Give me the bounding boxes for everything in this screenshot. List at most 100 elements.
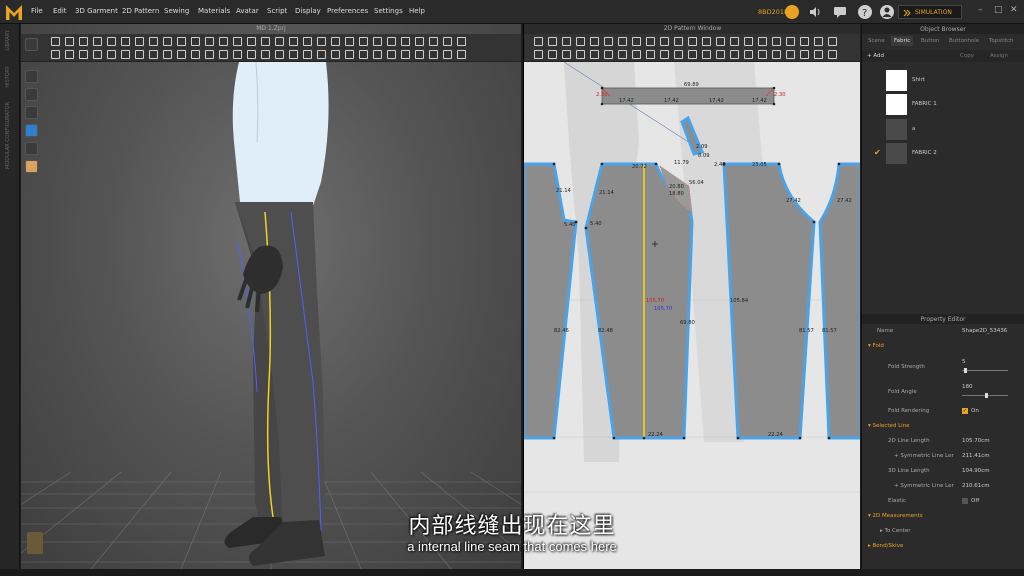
tool-icon[interactable] [233,50,242,59]
tool-icon[interactable] [149,37,158,46]
tool-icon[interactable] [618,50,627,59]
tool-icon[interactable] [429,50,438,59]
fold-section-toggle[interactable]: ▾ Fold [868,343,884,349]
tool-icon[interactable] [275,37,284,46]
tool-icon[interactable] [303,50,312,59]
tool-icon[interactable] [415,37,424,46]
fabric-item[interactable]: ✔ FABRIC 2 [862,141,1024,165]
tool-icon[interactable] [646,50,655,59]
tool-icon[interactable] [331,37,340,46]
tool-icon[interactable] [93,50,102,59]
tool-icon[interactable] [373,37,382,46]
menu-edit[interactable]: Edit [53,7,67,15]
modular-configurator-tab[interactable]: MODULAR CONFIGURATOR [5,102,11,169]
tool-icon[interactable] [800,37,809,46]
tool-icon[interactable] [828,37,837,46]
menu-help[interactable]: Help [409,7,425,15]
fold-angle-value[interactable]: 180 [962,384,973,390]
menu-script[interactable]: Script [267,7,287,15]
fabric-item[interactable]: FABRIC 1 [862,92,1024,116]
tool-icon[interactable] [247,50,256,59]
tool-icon[interactable] [618,37,627,46]
tool-icon[interactable] [205,50,214,59]
tool-icon[interactable] [457,50,466,59]
menu-sewing[interactable]: Sewing [164,7,189,15]
tool-icon[interactable] [534,50,543,59]
tool-icon[interactable] [289,37,298,46]
tab-topstitch[interactable]: Topstitch [986,36,1017,46]
skin-view-icon[interactable] [25,160,38,173]
help-icon[interactable]: ? [858,5,872,19]
tab-buttonhole[interactable]: Buttonhole [946,36,982,46]
fold-angle-knob[interactable] [985,393,988,398]
tool-icon[interactable] [345,37,354,46]
tool-icon[interactable] [744,50,753,59]
minimize-icon[interactable]: – [978,5,983,15]
tool-icon[interactable] [219,37,228,46]
fabric-item[interactable]: Shirt [862,68,1024,92]
tool-icon[interactable] [233,37,242,46]
tool-icon[interactable] [674,50,683,59]
library-tab[interactable]: LIBRARY [5,30,11,51]
tool-icon[interactable] [107,50,116,59]
tool-icon[interactable] [149,50,158,59]
pointer-tool-icon[interactable] [25,38,38,51]
tool-icon[interactable] [345,50,354,59]
tool-icon[interactable] [576,37,585,46]
tool-icon[interactable] [261,37,270,46]
maximize-icon[interactable]: □ [994,5,1003,15]
tool-icon[interactable] [429,37,438,46]
tool-icon[interactable] [688,50,697,59]
name-value[interactable]: Shape2D_53436 [962,328,1007,334]
tool-icon[interactable] [387,50,396,59]
tool-icon[interactable] [191,50,200,59]
measure-view-icon[interactable] [25,142,38,155]
tool-icon[interactable] [359,50,368,59]
tool-icon[interactable] [702,37,711,46]
elastic-checkbox[interactable] [962,498,968,504]
menu-display[interactable]: Display [295,7,321,15]
tool-icon[interactable] [373,50,382,59]
menu-preferences[interactable]: Preferences [327,7,368,15]
tool-icon[interactable] [814,37,823,46]
tool-icon[interactable] [387,37,396,46]
speaker-icon[interactable] [808,5,822,19]
tool-icon[interactable] [688,37,697,46]
tool-icon[interactable] [317,37,326,46]
tab-button[interactable]: Button [918,36,942,46]
tab-scene[interactable]: Scene [865,36,888,46]
tool-icon[interactable] [331,50,340,59]
tool-icon[interactable] [415,50,424,59]
tool-icon[interactable] [716,50,725,59]
avatar-view-icon[interactable] [25,106,38,119]
tool-icon[interactable] [548,37,557,46]
tool-icon[interactable] [548,50,557,59]
tool-icon[interactable] [716,37,725,46]
tool-icon[interactable] [177,50,186,59]
tool-icon[interactable] [590,50,599,59]
menu-2d-pattern[interactable]: 2D Pattern [122,7,159,15]
tool-icon[interactable] [562,37,571,46]
tool-icon[interactable] [401,50,410,59]
tool-icon[interactable] [247,37,256,46]
tool-icon[interactable] [604,50,613,59]
tool-icon[interactable] [65,37,74,46]
tool-icon[interactable] [275,50,284,59]
tool-icon[interactable] [107,37,116,46]
copy-button[interactable]: Copy [960,53,974,59]
tool-icon[interactable] [93,37,102,46]
tool-icon[interactable] [261,50,270,59]
tool-icon[interactable] [191,37,200,46]
cloud-icon[interactable] [785,5,799,19]
fabric-item[interactable]: a [862,117,1024,141]
tool-icon[interactable] [772,37,781,46]
tool-icon[interactable] [135,50,144,59]
history-tab[interactable]: HISTORY [5,66,11,88]
tool-icon[interactable] [632,37,641,46]
tool-icon[interactable] [674,37,683,46]
fold-strength-slider[interactable] [962,370,1008,371]
tool-icon[interactable] [79,37,88,46]
tool-icon[interactable] [660,37,669,46]
viewport-2d[interactable]: 2D Pattern Window 69.89 17.42 17.42 17.4… [523,24,860,569]
tool-icon[interactable] [646,37,655,46]
